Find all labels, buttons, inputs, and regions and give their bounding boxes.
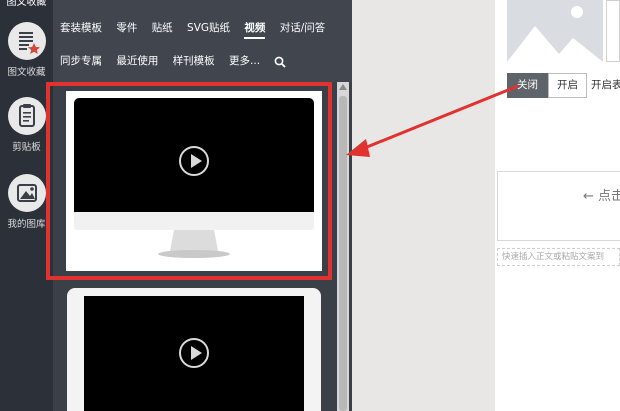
tab-parts[interactable]: 零件: [116, 18, 137, 38]
video-template-card-tablet[interactable]: [67, 288, 321, 411]
play-icon[interactable]: [179, 338, 209, 368]
tab-video[interactable]: 视频: [244, 19, 266, 39]
panel-scrollbar[interactable]: [337, 82, 349, 411]
tab-stickers[interactable]: 贴纸: [152, 18, 173, 38]
toggle-off-button[interactable]: 关闭: [507, 73, 548, 98]
scroll-up-arrow-icon[interactable]: [339, 84, 347, 90]
sidebar-top-label: 图文收藏: [6, 0, 47, 6]
toggle-description: 开启表: [591, 79, 620, 91]
tab-dialogue[interactable]: 对话/问答: [280, 18, 326, 38]
toggle-on-button[interactable]: 开启: [548, 73, 587, 98]
clipboard-icon: [7, 97, 46, 135]
document-star-icon: [7, 22, 46, 60]
tab-svg-stickers[interactable]: SVG贴纸: [187, 18, 230, 38]
tab-sample-template[interactable]: 样刊模板: [173, 51, 215, 71]
tab-recent[interactable]: 最近使用: [116, 51, 158, 71]
sidebar-item-label: 图文收藏: [7, 67, 46, 78]
selected-video-highlight: [46, 82, 332, 280]
scroll-thumb[interactable]: [339, 96, 347, 411]
tab-suit-template[interactable]: 套装模板: [60, 18, 102, 38]
image-placeholder-icon[interactable]: [507, 0, 603, 62]
tab-more[interactable]: 更多...: [229, 51, 260, 71]
image-gallery-icon: [7, 174, 46, 212]
insert-drop-zone[interactable]: [497, 171, 620, 241]
category-nav-row-2: 同步专属 最近使用 样刊模板 更多...: [60, 51, 297, 71]
sidebar-item-favorites[interactable]: 图文收藏: [0, 22, 53, 78]
category-nav: 套装模板 零件 贴纸 SVG贴纸 视频 对话/问答 同步专属 最近使用 样刊模板…: [53, 0, 352, 82]
category-nav-row-1: 套装模板 零件 贴纸 SVG贴纸 视频 对话/问答: [60, 18, 336, 39]
paste-hint: 快速插入正文或粘贴文案到: [497, 248, 620, 266]
tab-sync-exclusive[interactable]: 同步专属: [60, 51, 102, 71]
search-icon[interactable]: [274, 55, 287, 68]
text-box[interactable]: [606, 0, 620, 62]
click-hint-text: ← 点击: [583, 189, 620, 204]
